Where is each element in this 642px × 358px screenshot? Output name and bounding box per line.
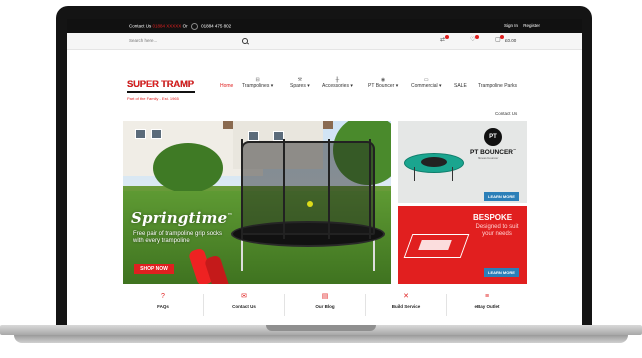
hero-window <box>151 129 162 139</box>
topbar-phone[interactable]: 01884 475 802 <box>201 24 231 29</box>
contact-icon: ✉ <box>241 293 247 300</box>
search-row: ⇄ ♡ ▢ £0.00 <box>67 33 582 50</box>
nav-accessories[interactable]: ╫ Accessories ▾ <box>322 77 353 89</box>
trampoline-pole <box>241 139 243 239</box>
topbar-contact: Contact Us 01884 XXXXX Or 01884 475 802 <box>129 23 231 30</box>
quick-link-ebay[interactable]: ≡ eBay Outlet <box>447 292 527 309</box>
topbar-contact-link[interactable]: 01884 XXXXX <box>153 24 182 29</box>
pt-learn-more-button[interactable]: LEARN MORE <box>484 192 519 201</box>
nav-sale[interactable]: SALE <box>454 77 467 89</box>
laptop-screen: Contact Us 01884 XXXXX Or 01884 475 802 … <box>67 19 582 325</box>
quick-link-contact[interactable]: ✉ Contact Us <box>204 292 284 309</box>
nav-trampoline-parks-label: Trampoline Parks <box>478 83 517 89</box>
pt-name-mark: ™ <box>512 148 516 152</box>
trampoline-net <box>241 141 375 235</box>
trampoline-pole <box>283 139 285 239</box>
quick-link-label: Contact Us <box>232 304 256 309</box>
quick-link-build[interactable]: ✕ Build Service <box>366 292 446 309</box>
laptop-base <box>0 325 642 358</box>
site-logo[interactable]: SUPER TRAMP Part of the Family - Est. 19… <box>127 79 195 101</box>
cart-badge <box>500 35 504 39</box>
phone-icon <box>190 23 198 30</box>
hero-subtitle: Free pair of trampoline grip socks with … <box>133 231 223 244</box>
quick-link-label: Build Service <box>391 304 421 309</box>
wishlist-icon[interactable]: ♡ <box>470 35 479 43</box>
pt-small-text: fitness bouncer <box>478 156 499 160</box>
topbar-auth: Sign In Register <box>500 23 540 28</box>
bespoke-title: BESPOKE <box>473 213 513 222</box>
laptop-base-bottom <box>14 335 628 343</box>
pt-name: PT BOUNCER™ <box>470 148 516 156</box>
ebay-icon: ≡ <box>484 293 490 300</box>
hero-window <box>248 131 259 141</box>
nav-sale-label: SALE <box>454 83 467 89</box>
bespoke-text: Designed to suit your needs <box>475 224 519 237</box>
sign-in-link[interactable]: Sign In <box>504 23 518 28</box>
cart-icon[interactable]: ▢ <box>495 35 504 43</box>
nav-spares[interactable]: ⚒ Spares ▾ <box>290 77 310 89</box>
quick-link-blog[interactable]: ▤ Our Blog <box>285 292 365 309</box>
ball <box>307 201 313 207</box>
nav-pt-bouncer[interactable]: ◉ PT Bouncer ▾ <box>368 77 398 89</box>
nav-spares-label: Spares <box>290 83 306 89</box>
faq-icon: ? <box>161 293 165 300</box>
pt-leg <box>414 167 415 181</box>
shop-now-button[interactable]: SHOP NOW <box>134 264 174 274</box>
logo-underline <box>127 91 195 93</box>
laptop-notch <box>266 325 376 331</box>
topbar-or: Or <box>182 23 188 29</box>
quick-link-label: eBay Outlet <box>474 304 500 309</box>
quick-link-label: Our Blog <box>315 304 335 309</box>
nav-home[interactable]: Home <box>220 77 233 89</box>
bespoke-mat <box>418 240 452 250</box>
nav-home-label: Home <box>220 83 234 89</box>
search-icon[interactable] <box>242 38 248 44</box>
topbar-contact-prefix: Contact Us <box>129 23 152 29</box>
hero-banner[interactable]: Springtime™ Free pair of trampoline grip… <box>123 121 391 284</box>
pt-leg <box>452 167 453 181</box>
compare-icon[interactable]: ⇄ <box>440 35 449 43</box>
register-link[interactable]: Register <box>523 23 540 28</box>
top-bar: Contact Us 01884 XXXXX Or 01884 475 802 … <box>67 19 582 33</box>
nav-trampolines-label: Trampolines <box>242 83 270 89</box>
nav-commercial-label: Commercial <box>411 83 438 89</box>
hero-tree <box>153 143 223 193</box>
compare-badge <box>445 35 449 39</box>
pt-bouncer-promo[interactable]: PT PT BOUNCER™ fitness bouncer LEARN MOR… <box>398 121 527 203</box>
hero-window <box>135 129 146 139</box>
bespoke-learn-more-button[interactable]: LEARN MORE <box>484 268 519 277</box>
search-input[interactable] <box>129 36 249 45</box>
logo-tagline: Part of the Family - Est. 1965 <box>127 96 179 101</box>
bespoke-promo[interactable]: BESPOKE Designed to suit your needs LEAR… <box>398 206 527 284</box>
quick-link-label: FAQs <box>157 304 169 309</box>
hero-title: Springtime™ <box>131 209 233 227</box>
nav-pt-bouncer-label: PT Bouncer <box>368 83 395 89</box>
pt-bouncer-image <box>404 153 464 173</box>
pt-logo: PT <box>484 128 502 146</box>
contact-us-link[interactable]: Contact Us <box>495 111 517 116</box>
quick-link-faqs[interactable]: ? FAQs <box>123 292 203 309</box>
cart-total[interactable]: £0.00 <box>505 38 516 43</box>
nav-trampolines[interactable]: ⊟ Trampolines ▾ <box>242 77 273 89</box>
pt-bouncer-mat <box>421 157 447 167</box>
trampoline-pole <box>369 139 371 239</box>
blog-icon: ▤ <box>321 293 329 300</box>
wishlist-badge <box>475 35 479 39</box>
nav-accessories-label: Accessories <box>322 83 349 89</box>
quick-links: ? FAQs ✉ Contact Us ▤ Our Blog ✕ Build Servi… <box>123 292 527 325</box>
nav-trampoline-parks[interactable]: Trampoline Parks <box>478 77 517 89</box>
logo-name: SUPER TRAMP <box>127 79 194 90</box>
trampoline-pole <box>328 139 330 239</box>
hero-title-text: Springtime <box>131 209 228 227</box>
nav-commercial[interactable]: ▭ Commercial ▾ <box>411 77 442 89</box>
hero-title-mark: ™ <box>227 213 233 219</box>
tools-icon: ✕ <box>403 293 409 300</box>
